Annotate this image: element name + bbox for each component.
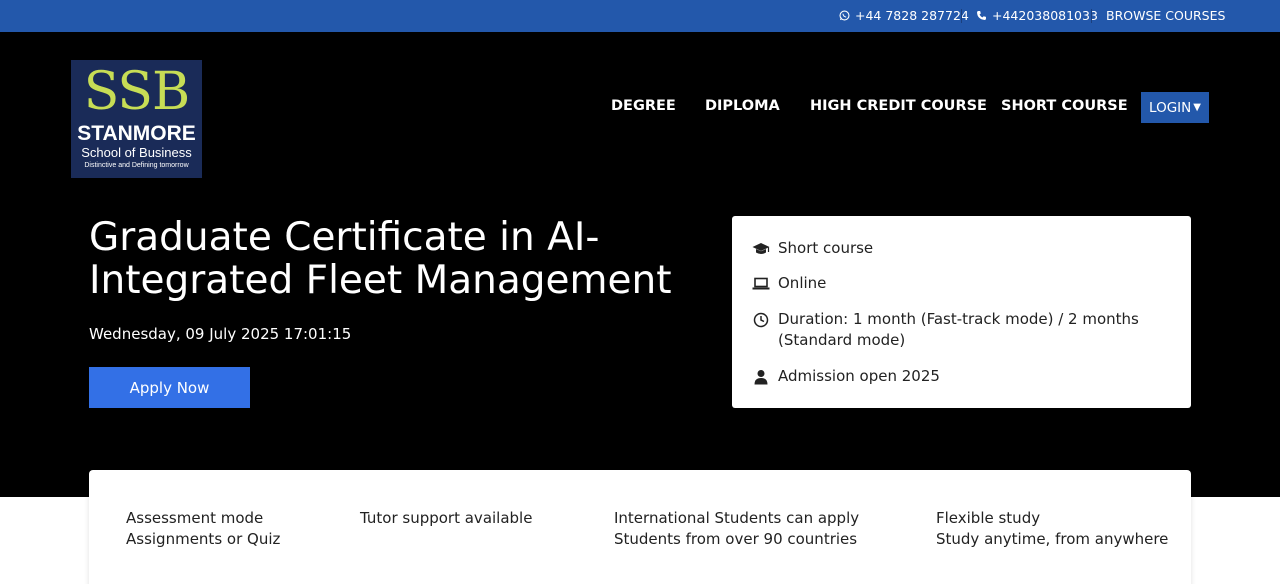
top-bar: +44 7828 287724 +442038081033 BROWSE COU…: [0, 0, 1280, 32]
info-duration-text: Duration: 1 month (Fast-track mode) / 2 …: [778, 310, 1139, 349]
feature-subtitle: Students from over 90 countries: [614, 530, 858, 548]
logo-tagline: Distinctive and Defining tomorrow: [84, 162, 189, 169]
info-duration: Duration: 1 month (Fast-track mode) / 2 …: [752, 309, 1172, 351]
feature-title: Flexible study: [936, 509, 1041, 527]
clock-icon: [752, 309, 770, 330]
laptop-icon: [752, 273, 770, 294]
whatsapp-contact[interactable]: +44 7828 287724: [839, 8, 969, 23]
divider: [961, 9, 962, 23]
feature-title: Tutor support available: [360, 509, 533, 527]
logo-school: School of Business: [81, 145, 192, 160]
browse-courses-label: BROWSE COURSES: [1106, 8, 1226, 23]
nav-high-credit-course[interactable]: HIGH CREDIT COURSE: [810, 98, 987, 114]
login-label: LOGIN: [1149, 99, 1192, 116]
browse-courses-link[interactable]: BROWSE COURSES: [1106, 8, 1225, 23]
logo-ssb: SSB: [83, 62, 191, 122]
nav-degree[interactable]: DEGREE: [611, 98, 676, 114]
info-course-type-text: Short course: [778, 239, 874, 257]
info-course-type: Short course: [752, 238, 1172, 259]
feature-assessment: Assessment mode Assignments or Quiz: [126, 508, 280, 550]
site-logo[interactable]: SSB STANMORE School of Business Distinct…: [71, 60, 202, 178]
info-study-mode: Online: [752, 273, 1172, 294]
apply-now-button[interactable]: Apply Now: [89, 367, 250, 408]
whatsapp-icon: [839, 10, 850, 21]
login-button[interactable]: LOGIN ▼: [1141, 92, 1209, 123]
whatsapp-number: +44 7828 287724: [855, 8, 969, 23]
feature-subtitle: Study anytime, from anywhere: [936, 530, 1169, 548]
feature-subtitle: Assignments or Quiz: [126, 530, 281, 548]
phone-contact[interactable]: +442038081033: [976, 8, 1098, 23]
phone-icon: [977, 11, 986, 20]
feature-title: International Students can apply: [614, 509, 860, 527]
nav-diploma[interactable]: DIPLOMA: [705, 98, 780, 114]
nav-short-course[interactable]: SHORT COURSE: [1001, 98, 1128, 114]
current-datetime: Wednesday, 09 July 2025 17:01:15: [89, 325, 352, 343]
course-info-card: Short course Online Duration: 1 month (F…: [732, 216, 1191, 408]
feature-international: International Students can apply Student…: [614, 508, 859, 550]
info-admission: Admission open 2025: [752, 366, 1172, 387]
graduation-cap-icon: [752, 238, 770, 259]
features-strip: Assessment mode Assignments or Quiz Tuto…: [89, 470, 1191, 584]
feature-flexible-study: Flexible study Study anytime, from anywh…: [936, 508, 1168, 550]
divider: [1091, 9, 1092, 23]
feature-title: Assessment mode: [126, 509, 264, 527]
caret-down-icon: ▼: [1193, 102, 1201, 113]
info-admission-text: Admission open 2025: [778, 367, 940, 385]
logo-stanmore: STANMORE: [77, 122, 196, 145]
phone-number: +442038081033: [992, 8, 1098, 23]
course-title: Graduate Certificate in AI-Integrated Fl…: [89, 215, 672, 303]
info-study-mode-text: Online: [778, 274, 827, 292]
feature-tutor-support: Tutor support available: [360, 508, 532, 529]
user-icon: [752, 366, 770, 387]
